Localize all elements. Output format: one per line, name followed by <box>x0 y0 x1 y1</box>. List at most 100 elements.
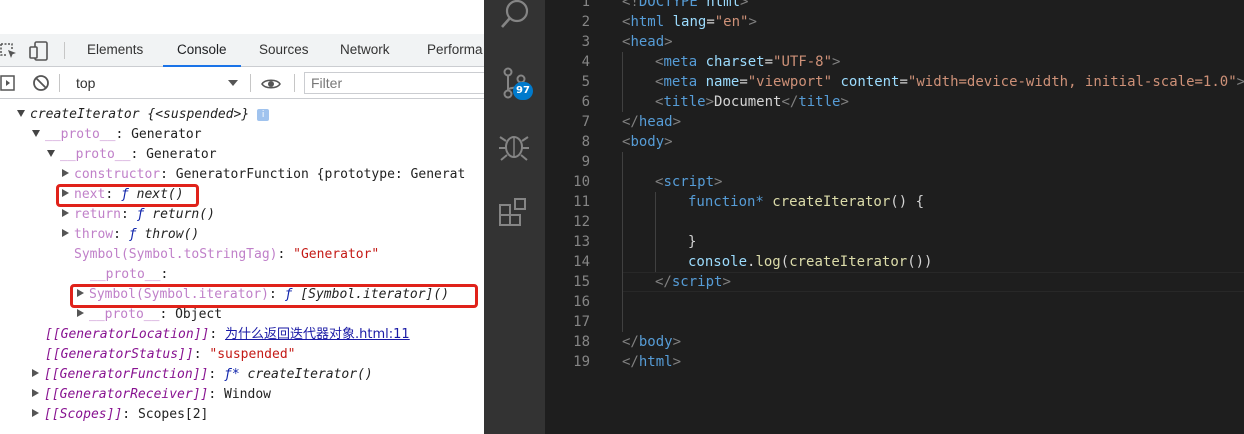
prop-value: Generator <box>146 147 217 162</box>
prop-value: Generator <box>131 127 202 142</box>
line-number: 18 <box>573 334 590 350</box>
filter-input[interactable]: Filter <box>304 72 484 94</box>
tree-row-proto[interactable]: __proto__: Generator <box>32 125 202 145</box>
prop-value: Object <box>175 307 223 322</box>
tab-console[interactable]: Console <box>163 34 240 67</box>
extensions-icon[interactable] <box>484 194 545 230</box>
toolbar-separator <box>294 74 295 92</box>
activity-bar <box>484 0 545 434</box>
tree-row-root[interactable]: createIterator {<suspended>} i <box>17 105 270 125</box>
sidebar-toggle-icon[interactable] <box>0 75 16 91</box>
code-line: <!DOCTYPE html> <box>622 0 749 10</box>
prop-value: Scopes[2] <box>137 407 209 422</box>
prop-key: return <box>74 207 121 222</box>
code-line: <meta name="viewport" content="width=dev… <box>655 74 1244 90</box>
devtools-panel: Elements Console Sources Network Perform… <box>0 0 484 434</box>
tree-row-location: [[GeneratorLocation]]: 为什么返回迭代器对象.html:1… <box>45 327 410 342</box>
tree-row-constructor[interactable]: constructor: GeneratorFunction {prototyp… <box>62 165 465 185</box>
toolbar-separator <box>59 74 60 92</box>
prop-value: return() <box>152 207 215 222</box>
prop-value: Window <box>224 387 271 402</box>
prop-key: Symbol(Symbol.toStringTag) <box>74 247 278 262</box>
tree-row-proto[interactable]: __proto__: <box>90 265 168 285</box>
code-editor[interactable]: 1 2 3 4 5 6 7 8 9 10 11 12 13 14 15 16 1… <box>545 0 1244 434</box>
line-number: 4 <box>581 54 590 70</box>
line-number: 10 <box>573 174 590 190</box>
code-line: </head> <box>622 114 682 130</box>
indent-guide <box>655 192 656 272</box>
code-line: <script> <box>655 174 723 190</box>
tree-row-throw[interactable]: throw: ƒ throw() <box>62 225 199 245</box>
tree-row-function[interactable]: [[GeneratorFunction]]: ƒ* createIterator… <box>32 365 373 385</box>
scm-count-badge: 97 <box>513 82 533 100</box>
line-number: 14 <box>573 254 590 270</box>
tab-performance[interactable]: Performa <box>427 34 483 66</box>
prop-key: [[Scopes]] <box>44 407 123 422</box>
tab-sources[interactable]: Sources <box>259 34 309 66</box>
code-line: <title>Document</title> <box>655 94 849 110</box>
expand-arrow-icon[interactable] <box>62 169 69 177</box>
prop-key: [[GeneratorReceiver]] <box>44 387 209 402</box>
line-number: 5 <box>581 74 590 90</box>
expand-arrow-icon[interactable] <box>32 389 39 397</box>
prop-value: "Generator" <box>293 247 380 262</box>
expand-arrow-icon[interactable] <box>62 229 69 237</box>
debug-icon[interactable] <box>484 128 545 164</box>
code-line: <head> <box>622 34 673 50</box>
source-link[interactable]: 为什么返回迭代器对象.html:11 <box>225 327 410 342</box>
prop-value: GeneratorFunction {prototype: Generat <box>175 167 466 182</box>
code-line: } <box>688 234 697 250</box>
expand-arrow-icon[interactable] <box>32 409 39 417</box>
expand-arrow-icon[interactable] <box>47 150 55 157</box>
devtools-tab-bar: Elements Console Sources Network Perform… <box>0 34 484 67</box>
highlight-box <box>70 284 478 308</box>
line-number: 16 <box>573 294 590 310</box>
line-number: 2 <box>581 14 590 30</box>
tree-row-proto[interactable]: __proto__: Generator <box>47 145 217 165</box>
tree-row-status: [[GeneratorStatus]]: "suspended" <box>45 347 296 362</box>
prop-key: [[GeneratorStatus]] <box>45 347 194 362</box>
info-icon[interactable]: i <box>257 109 270 121</box>
tree-row-return[interactable]: return: ƒ return() <box>62 205 215 225</box>
expand-arrow-icon[interactable] <box>32 369 39 377</box>
expand-arrow-icon[interactable] <box>32 130 40 137</box>
prop-value: throw() <box>144 227 200 242</box>
line-number: 9 <box>581 154 590 170</box>
code-line: <body> <box>622 134 673 150</box>
tab-network[interactable]: Network <box>340 34 390 66</box>
highlight-box <box>56 184 199 207</box>
expand-arrow-icon[interactable] <box>77 309 84 317</box>
function-glyph: ƒ <box>128 227 137 242</box>
prop-key: __proto__ <box>60 147 131 162</box>
console-output: createIterator {<suspended>} i __proto__:… <box>0 100 484 434</box>
line-number: 1 <box>581 0 590 10</box>
line-number: 15 <box>573 274 590 290</box>
eye-icon[interactable] <box>261 76 281 90</box>
tree-row-proto[interactable]: __proto__: Object <box>77 305 222 325</box>
prop-value: createIterator() <box>247 367 373 382</box>
code-line: <meta charset="UTF-8"> <box>655 54 841 70</box>
device-toolbar-icon[interactable] <box>29 41 51 61</box>
function-glyph: ƒ* <box>224 367 240 382</box>
indent-guide <box>622 152 623 332</box>
tree-row-scopes[interactable]: [[Scopes]]: Scopes[2] <box>32 405 208 425</box>
line-number: 12 <box>573 214 590 230</box>
context-selector[interactable]: top <box>66 72 242 94</box>
clear-console-icon[interactable] <box>32 74 50 92</box>
tree-row-receiver[interactable]: [[GeneratorReceiver]]: Window <box>32 385 271 405</box>
prop-value: "suspended" <box>209 347 296 362</box>
code-line: <html lang="en"> <box>622 14 757 30</box>
line-number: 7 <box>581 114 590 130</box>
context-selector-value: top <box>76 75 96 91</box>
indent-guide <box>622 52 623 112</box>
search-icon[interactable] <box>484 0 545 34</box>
code-line: </body> <box>622 334 682 350</box>
prop-key: __proto__ <box>90 267 161 282</box>
expand-arrow-icon[interactable] <box>17 110 25 117</box>
toolbar-separator <box>250 74 251 92</box>
inspect-element-icon[interactable] <box>0 42 18 60</box>
tab-elements[interactable]: Elements <box>87 34 143 66</box>
tab-separator <box>64 42 65 59</box>
expand-arrow-icon[interactable] <box>62 209 69 217</box>
line-number: 19 <box>573 354 590 370</box>
